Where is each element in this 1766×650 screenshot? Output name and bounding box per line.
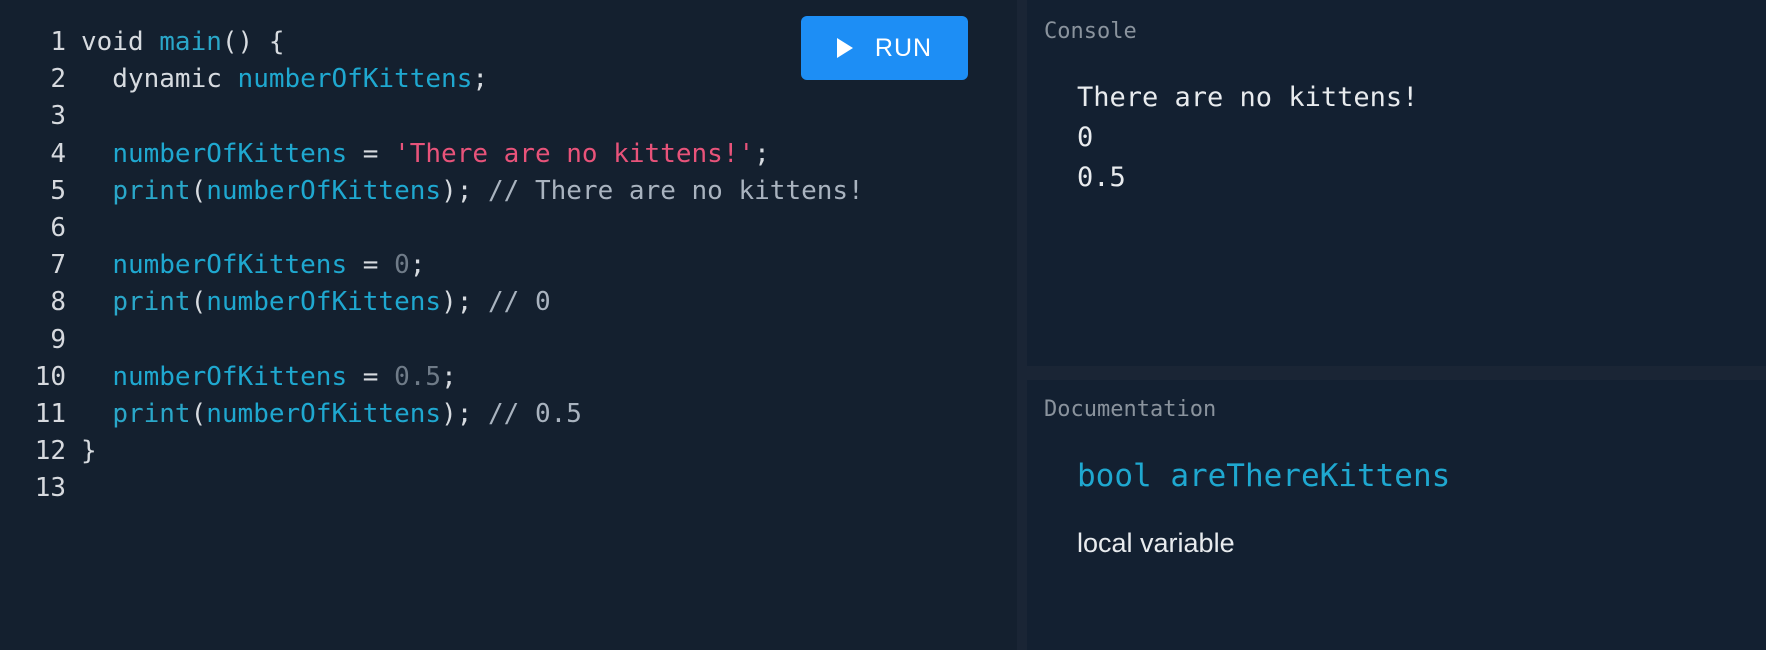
line-number: 6 (50, 212, 66, 243)
code-text[interactable]: } (66, 433, 97, 470)
code-text[interactable]: print(numberOfKittens); // There are no … (66, 173, 864, 210)
code-text[interactable]: numberOfKittens = 0.5; (66, 359, 457, 396)
code-token: () { (221, 27, 285, 57)
line-number: 13 (34, 473, 66, 504)
line-number: 10 (34, 361, 66, 392)
code-token: ; (754, 138, 770, 169)
code-text[interactable]: numberOfKittens = 'There are no kittens!… (66, 136, 770, 173)
line-number: 2 (50, 64, 66, 95)
horizontal-splitter[interactable] (1027, 366, 1766, 380)
code-token: dynamic (81, 64, 238, 95)
code-token: numberOfKittens (237, 64, 473, 95)
code-line[interactable]: 5 print(numberOfKittens); // There are n… (0, 173, 1017, 210)
code-token: 'There are no kittens!' (394, 138, 755, 169)
code-token: = (347, 361, 395, 392)
console-output: There are no kittens! 0 0.5 (1077, 78, 1418, 198)
documentation-description: local variable (1077, 528, 1235, 558)
console-line: 0 (1077, 122, 1094, 153)
code-text[interactable]: void main() { (66, 24, 285, 61)
code-token: ); (441, 175, 489, 206)
code-token: ( (190, 398, 207, 429)
code-token: print (112, 175, 191, 206)
code-token: // 0.5 (488, 398, 582, 429)
code-token: numberOfKittens (112, 361, 348, 392)
code-token: print (112, 398, 191, 429)
run-button-label: RUN (874, 33, 933, 62)
line-number: 3 (50, 101, 66, 132)
code-line[interactable]: 6 (0, 210, 1017, 247)
line-number: 5 (50, 175, 66, 206)
run-button[interactable]: RUN (801, 16, 968, 80)
code-token: ( (190, 175, 207, 206)
line-number: 11 (34, 398, 66, 429)
code-token: ( (190, 287, 207, 318)
documentation-heading: bool areThereKittens (1077, 458, 1451, 494)
code-token: ; (472, 64, 489, 95)
code-editor[interactable]: 1 void main() {2 dynamic numberOfKittens;… (0, 0, 1017, 650)
code-text[interactable]: print(numberOfKittens); // 0 (66, 284, 551, 321)
vertical-splitter[interactable] (1017, 0, 1027, 650)
code-token: ); (441, 287, 489, 318)
code-token: } (81, 436, 97, 467)
line-number: 1 (50, 27, 66, 57)
code-token: numberOfKittens (206, 398, 442, 429)
console-panel: Console There are no kittens! 0 0.5 (1027, 0, 1766, 366)
code-token: ; (409, 250, 426, 281)
documentation-panel: Documentation bool areThereKittens local… (1027, 380, 1766, 650)
code-text[interactable]: numberOfKittens = 0; (66, 247, 425, 284)
console-line: There are no kittens! (1077, 82, 1419, 113)
code-token: = (347, 138, 395, 169)
documentation-title: Documentation (1044, 397, 1217, 422)
console-title: Console (1044, 19, 1137, 44)
line-number: 9 (50, 324, 66, 355)
code-token: // 0 (488, 287, 551, 318)
code-text[interactable]: print(numberOfKittens); // 0.5 (66, 396, 582, 433)
code-token: numberOfKittens (112, 138, 348, 169)
code-token: void (81, 27, 160, 57)
code-line[interactable]: 11 print(numberOfKittens); // 0.5 (0, 396, 1017, 433)
code-token: = (347, 250, 395, 281)
code-token: main (159, 27, 222, 57)
code-token: print (112, 287, 191, 318)
code-token: 0.5 (394, 361, 442, 392)
play-icon (836, 38, 853, 58)
line-number: 12 (34, 436, 66, 467)
line-number: 7 (50, 250, 66, 281)
code-token: // There are no kittens! (488, 175, 864, 206)
console-line: 0.5 (1077, 162, 1126, 193)
code-line[interactable]: 3 (0, 98, 1017, 135)
code-line[interactable]: 4 numberOfKittens = 'There are no kitten… (0, 136, 1017, 173)
code-token: numberOfKittens (206, 287, 442, 318)
code-line[interactable]: 12} (0, 433, 1017, 470)
line-number: 4 (50, 138, 66, 169)
code-token: numberOfKittens (112, 250, 348, 281)
code-line[interactable]: 9 (0, 322, 1017, 359)
code-token: 0 (394, 250, 410, 281)
code-line[interactable]: 8 print(numberOfKittens); // 0 (0, 284, 1017, 321)
code-line[interactable]: 10 numberOfKittens = 0.5; (0, 359, 1017, 396)
code-line[interactable]: 13 (0, 470, 1017, 507)
code-token: ); (441, 398, 489, 429)
code-line[interactable]: 7 numberOfKittens = 0; (0, 247, 1017, 284)
code-token: numberOfKittens (206, 175, 442, 206)
code-token: ; (441, 361, 457, 392)
code-text[interactable]: dynamic numberOfKittens; (66, 61, 488, 98)
code-lines[interactable]: 1 void main() {2 dynamic numberOfKittens;… (0, 24, 1017, 507)
line-number: 8 (50, 287, 66, 318)
